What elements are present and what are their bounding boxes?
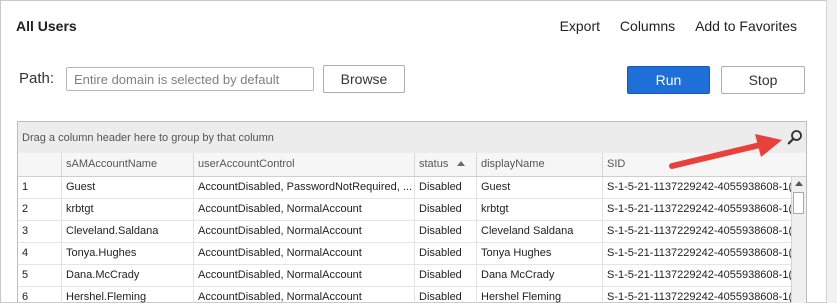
table-row[interactable]: 3 Cleveland.Saldana AccountDisabled, Nor… [18,221,806,243]
cell-sid: S-1-5-21-1137229242-4055938608-1( [603,199,806,220]
cell-useraccountcontrol: AccountDisabled, NormalAccount [194,243,415,264]
cell-sid: S-1-5-21-1137229242-4055938608-1( [603,221,806,242]
cell-displayname: Dana McCrady [477,265,603,286]
browse-button[interactable]: Browse [323,65,405,93]
group-panel[interactable]: Drag a column header here to group by th… [18,122,806,154]
cell-displayname: krbtgt [477,199,603,220]
cell-displayname: Cleveland Saldana [477,221,603,242]
column-header-sid[interactable]: SID [603,153,806,176]
column-header-status-label: status [419,158,449,170]
cell-samaccountname: Cleveland.Saldana [62,221,194,242]
header-actions: Export Columns Add to Favorites [544,18,797,34]
cell-samaccountname: Guest [62,177,194,198]
scroll-thumb[interactable] [793,192,804,214]
row-number: 6 [18,287,62,303]
table-row[interactable]: 1 Guest AccountDisabled, PasswordNotRequ… [18,177,806,199]
cell-useraccountcontrol: AccountDisabled, PasswordNotRequired, ..… [194,177,415,198]
row-number: 3 [18,221,62,242]
row-number: 1 [18,177,62,198]
cell-useraccountcontrol: AccountDisabled, NormalAccount [194,287,415,303]
cell-status: Disabled [415,243,477,264]
results-grid: Drag a column header here to group by th… [17,121,807,303]
cell-status: Disabled [415,221,477,242]
cell-useraccountcontrol: AccountDisabled, NormalAccount [194,221,415,242]
row-number: 5 [18,265,62,286]
path-input[interactable] [66,67,314,91]
scroll-up-icon[interactable] [795,181,803,186]
grid-rows: 1 Guest AccountDisabled, PasswordNotRequ… [18,177,806,303]
cell-status: Disabled [415,287,477,303]
cell-status: Disabled [415,177,477,198]
column-header-status[interactable]: status [415,153,477,176]
cell-displayname: Tonya Hughes [477,243,603,264]
cell-status: Disabled [415,199,477,220]
column-header-useraccountcontrol[interactable]: userAccountControl [194,153,415,176]
row-number: 4 [18,243,62,264]
run-button[interactable]: Run [627,66,710,94]
cell-displayname: Guest [477,177,603,198]
cell-displayname: Hershel Fleming [477,287,603,303]
cell-samaccountname: Hershel.Fleming [62,287,194,303]
table-row[interactable]: 4 Tonya.Hughes AccountDisabled, NormalAc… [18,243,806,265]
column-header-displayname[interactable]: displayName [477,153,603,176]
table-row[interactable]: 2 krbtgt AccountDisabled, NormalAccount … [18,199,806,221]
columns-link[interactable]: Columns [620,18,675,34]
path-label: Path: [19,70,55,87]
right-edge-panel [826,0,837,303]
sort-ascending-icon [457,161,465,166]
column-header-samaccountname[interactable]: sAMAccountName [62,153,194,176]
add-to-favorites-link[interactable]: Add to Favorites [695,18,797,34]
stop-button[interactable]: Stop [721,66,805,94]
export-link[interactable]: Export [560,18,600,34]
table-row[interactable]: 6 Hershel.Fleming AccountDisabled, Norma… [18,287,806,303]
cell-samaccountname: Dana.McCrady [62,265,194,286]
search-icon[interactable] [787,129,803,145]
cell-sid: S-1-5-21-1137229242-4055938608-1( [603,177,806,198]
table-row[interactable]: 5 Dana.McCrady AccountDisabled, NormalAc… [18,265,806,287]
vertical-scrollbar[interactable] [791,177,806,303]
cell-useraccountcontrol: AccountDisabled, NormalAccount [194,199,415,220]
cell-status: Disabled [415,265,477,286]
cell-sid: S-1-5-21-1137229242-4055938608-1( [603,287,806,303]
page-title: All Users [16,18,77,34]
cell-useraccountcontrol: AccountDisabled, NormalAccount [194,265,415,286]
column-header-index[interactable] [18,153,62,176]
column-header-row: sAMAccountName userAccountControl status… [18,153,806,177]
cell-samaccountname: krbtgt [62,199,194,220]
group-hint: Drag a column header here to group by th… [22,132,274,144]
cell-sid: S-1-5-21-1137229242-4055938608-1( [603,265,806,286]
cell-samaccountname: Tonya.Hughes [62,243,194,264]
row-number: 2 [18,199,62,220]
cell-sid: S-1-5-21-1137229242-4055938608-1( [603,243,806,264]
